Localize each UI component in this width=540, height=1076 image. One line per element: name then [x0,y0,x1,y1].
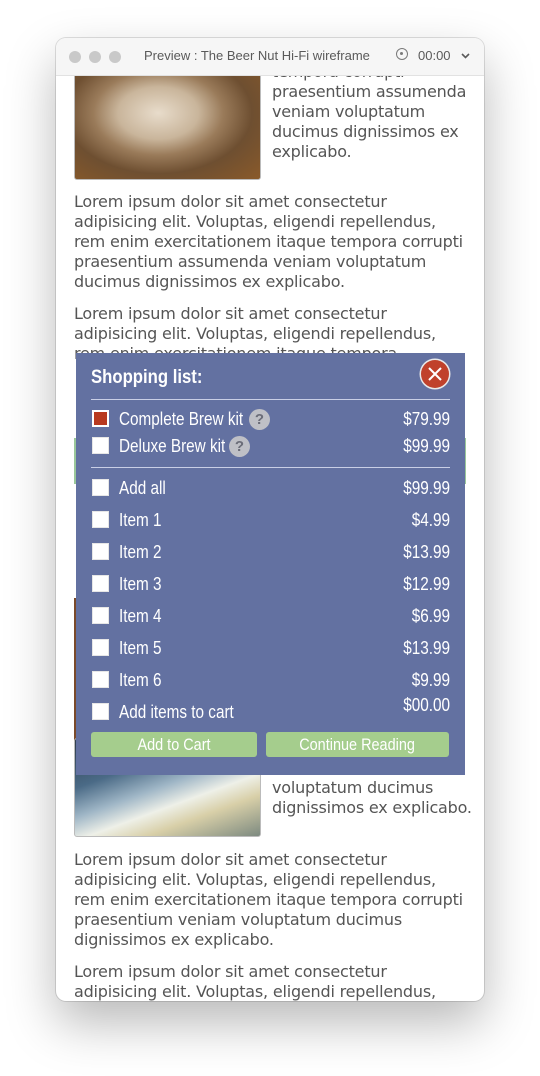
checkbox[interactable] [92,543,109,560]
window-title: Preview : The Beer Nut Hi-Fi wireframe [144,48,370,63]
add-to-cart-label: Add to Cart [137,735,211,754]
item-price: $4.99 [411,510,450,530]
checkbox[interactable] [92,575,109,592]
kit-row-deluxe[interactable]: Deluxe Brew kit ? $99.99 [91,435,450,459]
item-label: Item 2 [119,542,162,562]
article-photo-brewing [74,68,261,180]
item-label: Item 4 [119,606,162,626]
kit-price: $99.99 [403,436,450,456]
item-row[interactable]: Item 1 $4.99 [91,509,450,533]
close-modal-button[interactable] [421,360,449,388]
kit-row-complete[interactable]: Complete Brew kit ? $79.99 [91,408,450,432]
item-row[interactable]: Item 6 $9.99 [91,669,450,693]
kit-label: Complete Brew kit [119,409,244,429]
continue-reading-label: Continue Reading [299,735,416,754]
close-window-dot[interactable] [69,51,81,63]
minimize-window-dot[interactable] [89,51,101,63]
kit-label: Deluxe Brew kit [119,436,226,456]
checkbox[interactable] [92,671,109,688]
item-label: Item 6 [119,670,162,690]
chevron-down-icon[interactable] [461,51,470,60]
kit-price: $79.99 [403,409,450,429]
checkbox[interactable] [92,639,109,656]
item-price: $99.99 [403,478,450,498]
item-price: $13.99 [403,638,450,658]
checkbox-checked[interactable] [92,410,109,427]
window-titlebar: Preview : The Beer Nut Hi-Fi wireframe 0… [56,38,484,76]
article-content: tempora corrupti praesentium assumenda v… [56,38,484,1001]
modal-title: Shopping list: [91,367,203,388]
divider [91,467,450,468]
shopping-list-modal: Shopping list: Complete Brew kit ? $79.9… [76,353,465,775]
cart-total: $00.00 [403,695,450,715]
article-side-text: tempora corrupti praesentium assumenda v… [272,62,467,161]
item-row-add-all[interactable]: Add all $99.99 [91,477,450,501]
divider [91,399,450,400]
timer-readout: 00:00 [418,48,451,63]
item-price: $6.99 [411,606,450,626]
zoom-window-dot[interactable] [109,51,121,63]
preview-window: Preview : The Beer Nut Hi-Fi wireframe 0… [56,38,484,1001]
article-paragraph: Lorem ipsum dolor sit amet consectetur a… [74,192,463,291]
item-row-add-to-cart[interactable]: Add items to cart $00.00 [91,695,450,725]
help-icon[interactable]: ? [229,436,250,457]
help-icon[interactable]: ? [249,409,270,430]
add-to-cart-button[interactable]: Add to Cart [91,732,257,757]
article-paragraph: Lorem ipsum dolor sit amet consectetur a… [74,850,463,949]
checkbox[interactable] [92,703,109,720]
checkbox[interactable] [92,607,109,624]
checkbox[interactable] [92,437,109,454]
item-row[interactable]: Item 4 $6.99 [91,605,450,629]
checkbox[interactable] [92,479,109,496]
article-side-text: voluptatum ducimus dignissimos ex explic… [272,778,472,817]
item-row[interactable]: Item 3 $12.99 [91,573,450,597]
item-label: Add all [119,478,166,498]
item-price: $13.99 [403,542,450,562]
item-row[interactable]: Item 2 $13.99 [91,541,450,565]
item-label: Item 3 [119,574,162,594]
continue-reading-button[interactable]: Continue Reading [266,732,449,757]
close-icon [428,367,442,381]
item-label: Item 5 [119,638,162,658]
item-label: Item 1 [119,510,162,530]
record-icon[interactable] [396,48,408,60]
article-paragraph: Lorem ipsum dolor sit amet consectetur a… [74,962,436,1001]
checkbox[interactable] [92,511,109,528]
item-row[interactable]: Item 5 $13.99 [91,637,450,661]
item-label: Add items to cart [119,702,234,722]
item-price: $9.99 [411,670,450,690]
item-price: $12.99 [403,574,450,594]
